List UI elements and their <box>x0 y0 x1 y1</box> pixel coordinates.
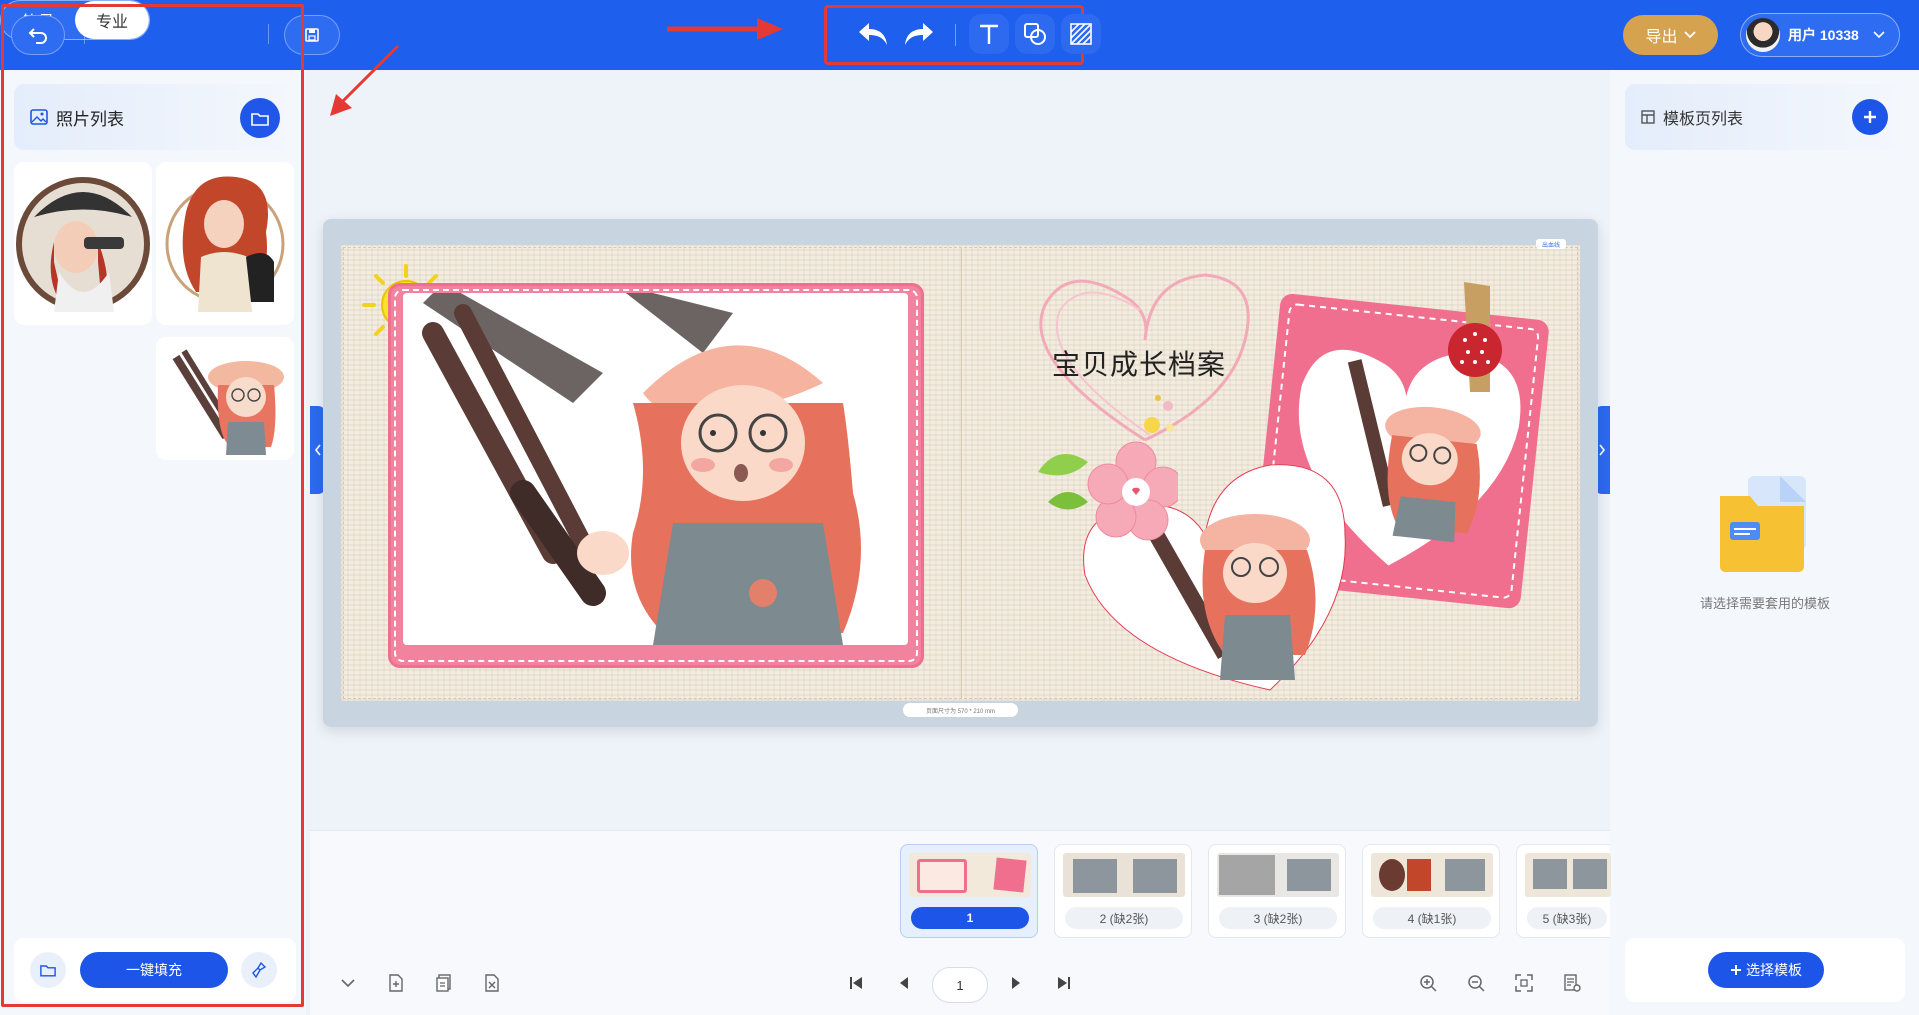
tool-divider <box>955 24 956 46</box>
add-template-button[interactable] <box>1852 99 1888 135</box>
page-thumb-preview <box>1525 853 1611 897</box>
zoom-out-icon <box>1468 975 1485 992</box>
undo-icon <box>859 23 887 45</box>
redo-button[interactable] <box>899 14 939 54</box>
avatar <box>1746 18 1780 52</box>
page-thumb-preview <box>1371 853 1493 897</box>
plus-icon <box>1731 965 1741 975</box>
album-title-text[interactable]: 宝贝成长档案 <box>1052 343 1226 383</box>
copy-page-button[interactable] <box>432 971 456 995</box>
user-menu-button[interactable]: 用户 10338 <box>1740 13 1900 57</box>
edit-tools-group <box>824 5 1101 65</box>
annotation-highlight-box <box>1 4 304 1007</box>
last-page-button[interactable] <box>1052 971 1076 995</box>
page-settings-button[interactable] <box>1560 971 1584 995</box>
chevron-down-icon <box>1683 31 1696 39</box>
page-thumb-slot <box>1573 859 1607 889</box>
page-thumb-label: 1 <box>911 907 1029 929</box>
page-size-label: 页面尺寸为 570 * 210 mm <box>903 703 1018 717</box>
page-thumb-photo <box>917 859 967 893</box>
shape-tool-icon <box>1024 23 1046 45</box>
page-thumb-slot <box>1533 859 1567 889</box>
page-thumb-preview <box>909 853 1031 897</box>
chevron-right-icon <box>1599 444 1606 456</box>
collapse-strip-button[interactable] <box>336 971 360 995</box>
select-template-label: 选择模板 <box>1746 962 1802 978</box>
delete-page-button[interactable] <box>480 971 504 995</box>
fit-screen-icon <box>1515 974 1533 992</box>
page-thumb-preview <box>1063 853 1185 897</box>
next-page-button[interactable] <box>1004 971 1028 995</box>
add-page-icon <box>389 974 403 992</box>
prev-page-button[interactable] <box>892 971 916 995</box>
next-page-icon <box>1012 977 1020 989</box>
page-thumb-photo <box>993 857 1027 893</box>
page-thumb[interactable]: 5 (缺3张) <box>1516 844 1611 938</box>
texture-tool-icon <box>1070 23 1092 45</box>
export-label: 导出 <box>1645 29 1678 46</box>
page-thumb-slot <box>1287 859 1331 891</box>
page-thumb[interactable]: 1 <box>900 844 1038 938</box>
last-page-icon <box>1058 977 1070 989</box>
annotation-arrow <box>667 18 783 40</box>
zoom-in-icon <box>1420 975 1437 992</box>
template-list-title: 模板页列表 <box>1663 111 1744 128</box>
page-number-input[interactable]: 1 <box>932 967 988 1003</box>
redo-icon <box>905 23 933 45</box>
page-thumb[interactable]: 3 (缺2张) <box>1208 844 1346 938</box>
chevron-down-icon <box>1873 31 1885 39</box>
page-thumb-slot <box>1445 859 1485 891</box>
undo-button[interactable] <box>853 14 893 54</box>
add-page-button[interactable] <box>384 971 408 995</box>
photo-slot-image[interactable] <box>403 293 908 645</box>
copy-page-icon <box>436 974 451 992</box>
user-name: 用户 10338 <box>1788 27 1859 43</box>
page-thumb-label: 5 (缺3张) <box>1527 907 1607 929</box>
bleed-tag: 出血线 <box>1536 239 1566 249</box>
page-thumb[interactable]: 2 (缺2张) <box>1054 844 1192 938</box>
texture-tool-button[interactable] <box>1061 14 1101 54</box>
page-thumb-label: 3 (缺2张) <box>1219 907 1337 929</box>
select-template-button[interactable]: 选择模板 <box>1708 952 1824 988</box>
save-icon <box>305 28 319 42</box>
annotation-arrow <box>330 44 400 116</box>
text-tool-icon <box>980 24 998 44</box>
page-thumb-slot <box>1073 859 1117 893</box>
page-thumb-label: 4 (缺1张) <box>1373 907 1491 929</box>
page-thumb-preview <box>1217 853 1339 897</box>
empty-folder-icon <box>1720 476 1806 572</box>
plus-icon <box>1864 111 1876 123</box>
first-page-button[interactable] <box>844 971 868 995</box>
layout-icon <box>1641 110 1655 124</box>
page-thumb-photo <box>1379 859 1405 891</box>
prev-page-icon <box>900 977 908 989</box>
flower-sticker <box>1038 441 1178 541</box>
page-thumb-slot <box>1133 859 1177 893</box>
zoom-out-button[interactable] <box>1464 971 1488 995</box>
fit-screen-button[interactable] <box>1512 971 1536 995</box>
first-page-icon <box>850 977 862 989</box>
chevron-left-icon <box>314 444 321 456</box>
text-tool-button[interactable] <box>969 14 1009 54</box>
girl-with-gun-image <box>403 293 908 645</box>
page-thumb-slot <box>1219 855 1275 895</box>
zoom-in-button[interactable] <box>1416 971 1440 995</box>
page-settings-icon <box>1564 974 1581 992</box>
clip-sticker <box>1448 282 1502 392</box>
export-button[interactable]: 导出 <box>1623 15 1718 55</box>
page-thumb-photo <box>1407 859 1431 891</box>
chevron-down-icon <box>341 978 355 987</box>
page-thumb-label: 2 (缺2张) <box>1065 907 1183 929</box>
shape-tool-button[interactable] <box>1015 14 1055 54</box>
empty-template-hint: 请选择需要套用的模板 <box>1699 596 1830 611</box>
spread-fold-line <box>961 247 962 699</box>
page-thumb[interactable]: 4 (缺1张) <box>1362 844 1500 938</box>
delete-page-icon <box>485 974 499 992</box>
